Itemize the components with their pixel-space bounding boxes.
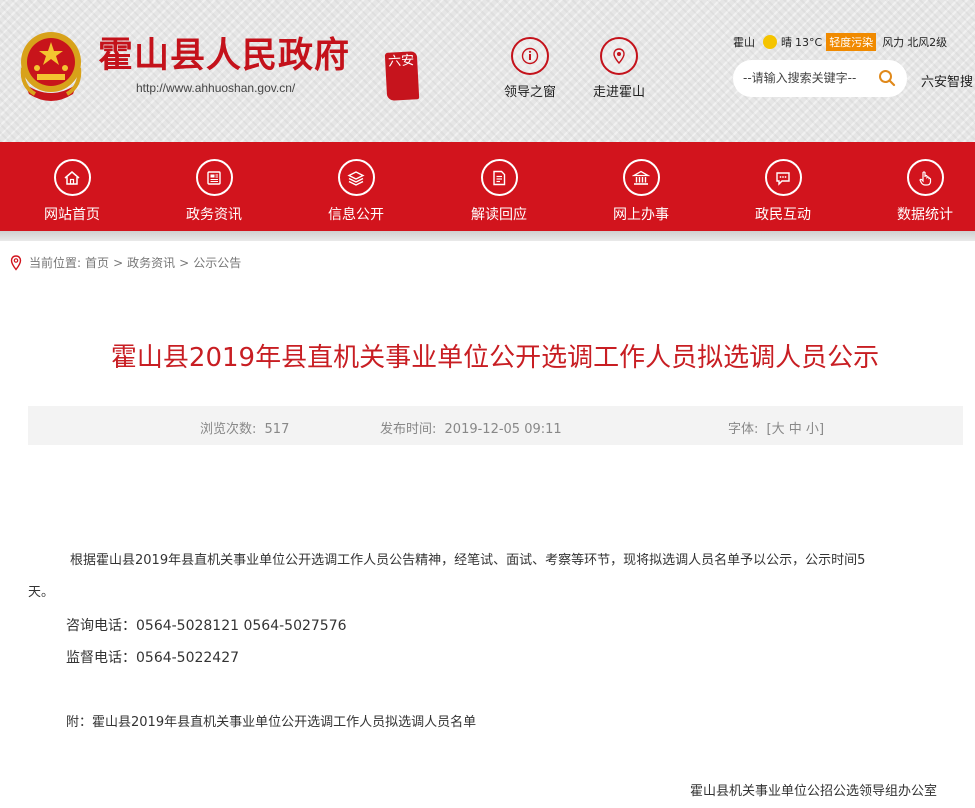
header-link-leaders[interactable]: 领导之窗 — [490, 37, 570, 100]
site-header: 霍山县人民政府 http://www.ahhuoshan.gov.cn/ 六安 … — [0, 0, 975, 142]
publish-time-value: 2019-12-05 09:11 — [444, 422, 562, 437]
weather-condition: 晴 — [781, 36, 792, 49]
breadcrumb-separator: > — [113, 255, 124, 270]
font-size-label: 字体: — [728, 422, 759, 437]
issuing-office-signature: 霍山县机关事业单位公招公选领导组办公室 — [690, 784, 938, 799]
nav-item-label: 信息公开 — [328, 207, 384, 223]
font-size-bracket-close: ] — [818, 422, 825, 437]
chat-icon — [764, 159, 802, 196]
weather-city: 霍山 — [733, 36, 755, 49]
view-count-label: 浏览次数: — [200, 422, 257, 437]
font-size-large-button[interactable]: 大 — [772, 422, 785, 437]
nav-item-label: 解读回应 — [471, 207, 527, 223]
air-quality-badge: 轻度污染 — [826, 33, 877, 51]
nav-item-label: 政务资讯 — [186, 207, 242, 223]
main-nav: 网站首页 政务资讯 信息公开 解读回应 网上办事 政民互动 数据统计 — [0, 142, 975, 231]
breadcrumb: 当前位置: 首页 > 政务资讯 > 公示公告 — [9, 254, 241, 271]
supervise-phone: 监督电话：0564-5022427 — [66, 650, 240, 666]
building-icon — [622, 159, 660, 196]
liuan-smart-search-link[interactable]: 六安智搜 — [921, 71, 973, 90]
nav-item-interpretation[interactable]: 解读回应 — [444, 159, 554, 224]
nav-item-online-services[interactable]: 网上办事 — [586, 159, 696, 224]
location-pin-icon — [10, 254, 22, 271]
breadcrumb-news[interactable]: 政务资讯 — [127, 254, 175, 271]
site-url: http://www.ahhuoshan.gov.cn/ — [136, 81, 296, 95]
breadcrumb-home[interactable]: 首页 — [85, 254, 109, 271]
location-pin-icon — [600, 37, 638, 75]
header-link-about-huoshan[interactable]: 走进霍山 — [579, 37, 659, 100]
site-title[interactable]: 霍山县人民政府 — [98, 34, 350, 78]
hand-pointer-icon — [906, 159, 944, 196]
nav-item-home[interactable]: 网站首页 — [17, 159, 127, 224]
breadcrumb-prefix: 当前位置: — [29, 256, 82, 270]
nav-item-statistics[interactable]: 数据统计 — [870, 159, 975, 224]
attachment-note: 附：霍山县2019年县直机关事业单位公开选调工作人员拟选调人员名单 — [66, 715, 477, 730]
view-count-value: 517 — [264, 422, 290, 437]
search-box — [733, 60, 907, 97]
liuan-seal-logo: 六安 — [384, 51, 420, 101]
publish-time-label: 发布时间: — [380, 422, 437, 437]
nav-item-label: 政民互动 — [755, 207, 811, 223]
wind-label: 风力 — [882, 36, 905, 49]
leader-icon — [511, 37, 549, 75]
nav-item-label: 网上办事 — [613, 207, 669, 223]
breadcrumb-separator: > — [179, 255, 190, 270]
article-title: 霍山县2019年县直机关事业单位公开选调工作人员拟选调人员公示 — [110, 343, 880, 373]
header-link-leaders-label: 领导之窗 — [503, 85, 556, 100]
nav-divider — [0, 231, 975, 241]
nav-item-label: 数据统计 — [897, 207, 953, 223]
nav-item-info-disclosure[interactable]: 信息公开 — [301, 159, 411, 224]
weather-widget: 霍山 晴 13°C 轻度污染 风力 北风2级 — [733, 33, 947, 51]
font-size-medium-button[interactable]: 中 — [789, 422, 802, 437]
article-meta-bar: 浏览次数: 517 发布时间: 2019-12-05 09:11 字体: [大 … — [28, 406, 963, 445]
article-paragraph-line1: 根据霍山县2019年县直机关事业单位公开选调工作人员公告精神，经笔试、面试、考察… — [70, 553, 866, 568]
nav-item-news[interactable]: 政务资讯 — [159, 159, 269, 224]
view-count: 浏览次数: 517 — [200, 418, 289, 437]
font-size-small-button[interactable]: 小 — [806, 422, 819, 437]
consult-phone: 咨询电话：0564-5028121 0564-5027576 — [66, 618, 347, 634]
article-paragraph-line2: 天。 — [28, 585, 55, 600]
wind-value: 北风2级 — [907, 36, 948, 49]
search-input[interactable] — [743, 69, 873, 87]
news-icon — [195, 159, 233, 196]
header-link-about-huoshan-label: 走进霍山 — [592, 85, 645, 100]
font-size-control: 字体: [大 中 小] — [728, 418, 824, 437]
breadcrumb-announcements[interactable]: 公示公告 — [193, 254, 241, 271]
document-icon — [480, 159, 518, 196]
nav-item-citizen-interaction[interactable]: 政民互动 — [728, 159, 838, 224]
search-icon[interactable] — [878, 69, 896, 87]
sunny-icon — [763, 35, 777, 49]
national-emblem-icon — [20, 32, 82, 101]
layers-icon — [337, 159, 375, 196]
weather-temperature: 13°C — [795, 35, 823, 49]
publish-time: 发布时间: 2019-12-05 09:11 — [380, 418, 562, 437]
nav-item-label: 网站首页 — [44, 207, 100, 223]
home-icon — [53, 159, 91, 196]
